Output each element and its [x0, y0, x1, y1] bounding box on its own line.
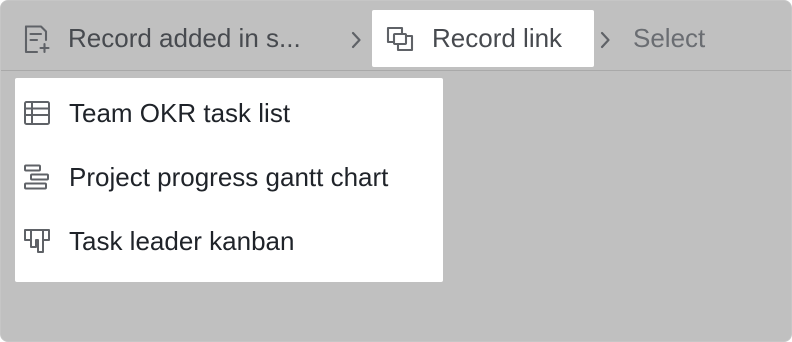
breadcrumb-item-label: Record added in s...	[68, 23, 301, 53]
chevron-right-icon	[595, 25, 615, 55]
selector-window: Record added in s... Record link Select …	[0, 0, 792, 342]
record-added-icon	[19, 22, 53, 56]
breadcrumb-item-select[interactable]: Select	[633, 10, 705, 67]
grid-table-icon	[22, 98, 52, 128]
chevron-right-icon	[346, 25, 366, 55]
option-project-progress-gantt-chart[interactable]: Project progress gantt chart	[15, 147, 443, 207]
breadcrumb: Record added in s... Record link Select	[1, 1, 791, 71]
option-label: Task leader kanban	[69, 225, 295, 256]
kanban-icon	[22, 226, 52, 256]
gantt-icon	[22, 162, 52, 192]
breadcrumb-item-record-link[interactable]: Record link	[372, 10, 594, 67]
option-label: Project progress gantt chart	[69, 161, 389, 192]
breadcrumb-item-record-added[interactable]: Record added in s...	[19, 10, 301, 67]
breadcrumb-item-label: Record link	[432, 23, 563, 53]
option-team-okr-task-list[interactable]: Team OKR task list	[15, 83, 443, 143]
record-link-icon	[383, 22, 417, 56]
breadcrumb-item-label: Select	[633, 23, 706, 53]
option-label: Team OKR task list	[69, 97, 291, 128]
option-task-leader-kanban[interactable]: Task leader kanban	[15, 211, 443, 271]
target-dropdown: Team OKR task list Project progress gant…	[15, 78, 443, 282]
